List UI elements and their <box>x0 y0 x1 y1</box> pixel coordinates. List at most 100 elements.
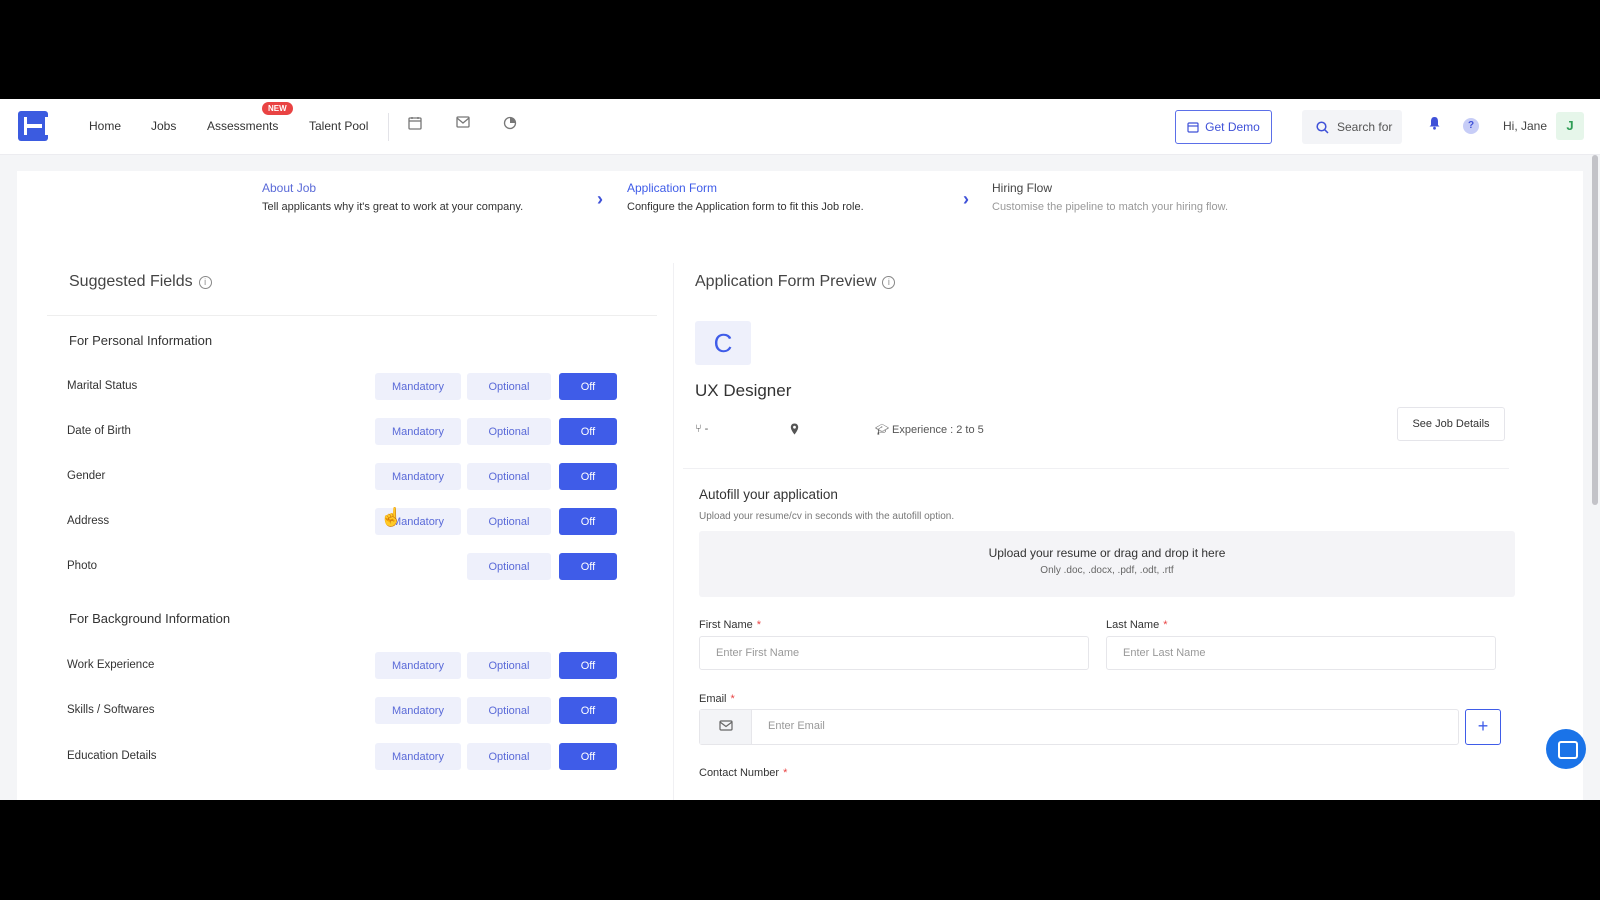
preview-title: Application Form Preview <box>695 273 877 290</box>
field-label: Gender <box>67 470 106 482</box>
job-title: UX Designer <box>695 381 792 400</box>
optional-button[interactable]: Optional <box>467 373 551 400</box>
email-input[interactable]: Enter Email <box>768 720 825 732</box>
branch-icon: ⑂ <box>695 423 702 435</box>
chat-support-icon[interactable] <box>1546 729 1586 769</box>
location-pin-icon <box>790 423 799 438</box>
main-content: Suggested Fields i For Personal Informati… <box>17 233 1583 800</box>
optional-button[interactable]: Optional <box>467 418 551 445</box>
mandatory-button[interactable]: Mandatory <box>375 418 461 445</box>
field-row-education: Education Details Mandatory Optional Off <box>47 743 647 771</box>
field-row-skills: Skills / Softwares Mandatory Optional Of… <box>47 697 647 725</box>
required-mark: * <box>756 619 762 631</box>
step-hiring-flow[interactable]: Hiring Flow Customise the pipeline to ma… <box>992 181 1228 213</box>
step-description: Tell applicants why it's great to work a… <box>262 201 524 213</box>
optional-button[interactable]: Optional <box>467 508 551 535</box>
step-application-form[interactable]: Application Form Configure the Applicati… <box>627 181 864 213</box>
info-icon[interactable]: i <box>198 276 212 289</box>
step-description: Customise the pipeline to match your hir… <box>992 201 1229 213</box>
mandatory-button[interactable]: Mandatory <box>375 652 461 679</box>
email-label: Email * <box>699 693 735 705</box>
add-email-button[interactable]: + <box>1465 709 1501 745</box>
calendar-icon[interactable] <box>407 116 423 132</box>
bell-icon[interactable] <box>1428 116 1441 133</box>
envelope-icon <box>700 710 752 744</box>
optional-button[interactable]: Optional <box>467 652 551 679</box>
user-avatar[interactable]: J <box>1556 112 1584 140</box>
help-icon[interactable]: ? <box>1463 118 1479 134</box>
nav-jobs[interactable]: Jobs <box>151 119 176 133</box>
field-label: Work Experience <box>67 659 155 671</box>
graduation-cap-icon: 🎓︎ <box>875 424 889 436</box>
see-job-details-button[interactable]: See Job Details <box>1397 407 1505 441</box>
preview-heading: Application Form Preview i <box>695 273 896 291</box>
autofill-section: Autofill your application Upload your re… <box>683 468 1515 800</box>
field-label: Skills / Softwares <box>67 704 155 716</box>
app-window: Home Jobs Assessments NEW Talent Pool Ge… <box>0 99 1600 800</box>
off-button[interactable]: Off <box>559 418 617 445</box>
department-value: - <box>704 423 709 435</box>
step-title: Application Form <box>627 181 718 195</box>
field-label: Address <box>67 515 110 527</box>
first-name-label: First Name * <box>699 619 761 631</box>
off-button[interactable]: Off <box>559 463 617 490</box>
field-row-address: Address Mandatory Optional Off <box>47 508 647 536</box>
page-scrollbar[interactable] <box>1592 155 1598 505</box>
first-name-label-text: First Name <box>699 619 753 631</box>
email-field[interactable]: Enter Email <box>699 709 1459 745</box>
mandatory-button[interactable]: Mandatory <box>375 697 461 724</box>
hand-cursor-icon: ☝ <box>380 507 403 527</box>
field-row-date-of-birth: Date of Birth Mandatory Optional Off <box>47 418 647 446</box>
off-button[interactable]: Off <box>559 652 617 679</box>
dropzone-title: Upload your resume or drag and drop it h… <box>988 546 1226 560</box>
field-row-marital-status: Marital Status Mandatory Optional Off <box>47 373 647 401</box>
mandatory-button[interactable]: Mandatory <box>375 743 461 770</box>
user-greeting: Hi, Jane <box>1503 119 1548 133</box>
off-button[interactable]: Off <box>559 697 617 724</box>
step-title: About Job <box>262 181 317 195</box>
get-demo-button[interactable]: Get Demo <box>1175 110 1272 144</box>
top-navbar: Home Jobs Assessments NEW Talent Pool Ge… <box>0 99 1600 155</box>
panel-divider <box>673 263 674 800</box>
optional-button[interactable]: Optional <box>467 743 551 770</box>
first-name-input[interactable]: Enter First Name <box>699 636 1089 670</box>
field-row-gender: Gender Mandatory Optional Off <box>47 463 647 491</box>
off-button[interactable]: Off <box>559 553 617 580</box>
off-button[interactable]: Off <box>559 508 617 535</box>
personal-info-heading: For Personal Information <box>69 333 213 348</box>
background-info-heading: For Background Information <box>69 611 231 626</box>
info-icon[interactable]: i <box>882 276 896 289</box>
resume-dropzone[interactable]: Upload your resume or drag and drop it h… <box>699 531 1515 597</box>
search-box[interactable]: Search for <box>1302 110 1402 144</box>
optional-button[interactable]: Optional <box>467 463 551 490</box>
nav-assessments[interactable]: Assessments <box>207 119 278 133</box>
analytics-icon[interactable] <box>502 116 518 132</box>
step-about-job[interactable]: About Job Tell applicants why it's great… <box>262 181 523 213</box>
mandatory-button[interactable]: Mandatory <box>375 463 461 490</box>
app-logo[interactable] <box>18 111 48 141</box>
mail-icon[interactable] <box>455 116 471 132</box>
nav-talent-pool[interactable]: Talent Pool <box>309 119 368 133</box>
nav-divider <box>388 113 389 141</box>
last-name-input[interactable]: Enter Last Name <box>1106 636 1496 670</box>
optional-button[interactable]: Optional <box>467 553 551 580</box>
step-title: Hiring Flow <box>992 181 1053 195</box>
job-meta-experience: 🎓︎ Experience : 2 to 5 <box>875 423 984 436</box>
field-label: Photo <box>67 560 98 572</box>
dropzone-formats: Only .doc, .docx, .pdf, .odt, .rtf <box>1040 565 1174 576</box>
field-row-photo: Photo Optional Off <box>47 553 647 581</box>
new-badge: NEW <box>262 102 293 115</box>
field-label: Marital Status <box>67 380 138 392</box>
suggested-fields-panel: Suggested Fields i For Personal Informati… <box>47 263 657 800</box>
off-button[interactable]: Off <box>559 743 617 770</box>
calendar-demo-icon <box>1187 122 1199 133</box>
optional-button[interactable]: Optional <box>467 697 551 724</box>
nav-home[interactable]: Home <box>89 119 121 133</box>
field-label: Education Details <box>67 750 157 762</box>
suggested-fields-title: Suggested Fields <box>69 273 193 290</box>
field-label: Date of Birth <box>67 425 131 437</box>
section-divider <box>47 315 657 316</box>
off-button[interactable]: Off <box>559 373 617 400</box>
job-creation-stepper: About Job Tell applicants why it's great… <box>17 171 1583 233</box>
mandatory-button[interactable]: Mandatory <box>375 373 461 400</box>
